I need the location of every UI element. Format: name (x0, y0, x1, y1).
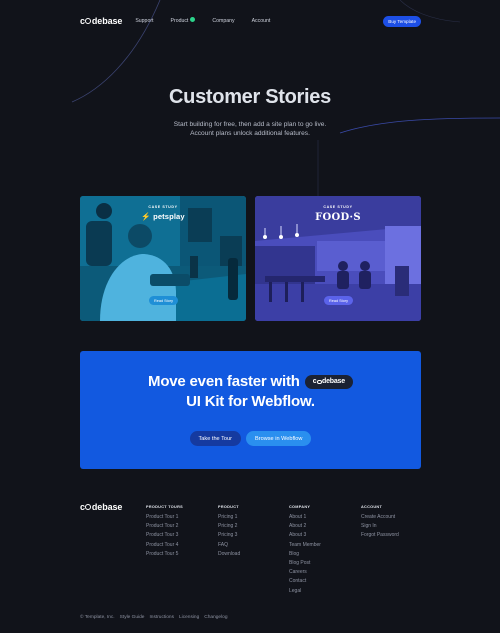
nav-link-account[interactable]: Account (252, 18, 271, 24)
footer-logo[interactable]: c debase (80, 502, 122, 512)
brand-logo[interactable]: c debase (80, 16, 122, 26)
footer-link[interactable]: Pricing 3 (218, 531, 240, 540)
footer-link[interactable]: Product Tour 2 (146, 522, 183, 531)
footer-link[interactable]: Product Tour 1 (146, 513, 183, 522)
petsplay-logo: ⚡ petsplay (141, 212, 185, 221)
footer-link[interactable]: Pricing 2 (218, 522, 240, 531)
footer-link[interactable]: Team Member (289, 541, 321, 550)
footer-link[interactable]: Create Account (361, 513, 399, 522)
footer-link[interactable]: Blog (289, 550, 321, 559)
footer-link[interactable]: Blog Post (289, 559, 321, 568)
footer-link[interactable]: Legal (289, 587, 321, 596)
top-nav: c debase Support Product Company Account … (80, 13, 421, 29)
footer-link[interactable]: About 2 (289, 522, 321, 531)
case-study-card-foods[interactable]: CASE STUDY FOOD·S Read Story (255, 196, 421, 321)
foods-logo: FOOD·S (315, 212, 361, 223)
footer-column-title: COMPANY (289, 505, 311, 509)
footer-link[interactable]: Pricing 1 (218, 513, 240, 522)
footer-link[interactable]: Product Tour 5 (146, 550, 183, 559)
page-subtitle: Start building for free, then add a site… (173, 121, 327, 138)
footer-link[interactable]: Sign In (361, 522, 399, 531)
footer-column-title: PRODUCT (218, 505, 239, 509)
case-study-label: CASE STUDY (148, 205, 178, 209)
cta-heading-line1: Move even faster with c debase (80, 373, 421, 390)
footer-link[interactable]: About 3 (289, 531, 321, 540)
nav-link-company[interactable]: Company (212, 18, 234, 24)
licensing-link[interactable]: Licensing (179, 615, 199, 620)
footer-column-product: PRODUCT Pricing 1 Pricing 2 Pricing 3 FA… (218, 505, 240, 559)
case-study-label: CASE STUDY (323, 205, 353, 209)
footer-column-title: ACCOUNT (361, 505, 383, 509)
footer-link[interactable]: Contact (289, 577, 321, 586)
footer-column-account: ACCOUNT Create Account Sign In Forgot Pa… (361, 505, 399, 541)
buy-template-button[interactable]: Buy Template (383, 15, 421, 27)
cta-buttons: Take the Tour Browse in Webflow (80, 431, 421, 446)
nav-link-product[interactable]: Product (171, 16, 196, 24)
copyright-text: © Template, Inc. (80, 615, 115, 620)
footer-column-company: COMPANY About 1 About 2 About 3 Team Mem… (289, 505, 321, 596)
footer-link[interactable]: About 1 (289, 513, 321, 522)
footer-link[interactable]: Forgot Password (361, 531, 399, 540)
cta-heading-line2: UI Kit for Webflow. (186, 393, 315, 410)
logo-ring-icon (85, 18, 92, 25)
case-study-card-petsplay[interactable]: CASE STUDY ⚡ petsplay Read Story (80, 196, 246, 321)
read-story-button[interactable]: Read Story (149, 296, 178, 305)
footer-link[interactable]: Download (218, 550, 240, 559)
logo-ring-icon (316, 379, 322, 385)
footer-link[interactable]: Product Tour 3 (146, 531, 183, 540)
footer-bottom-row: © Template, Inc. Style Guide Instruction… (80, 615, 233, 620)
footer-link[interactable]: Careers (289, 568, 321, 577)
footer-column-title: PRODUCT TOURS (146, 505, 183, 509)
logo-ring-icon (85, 504, 92, 511)
nav-link-support[interactable]: Support (135, 18, 153, 24)
take-the-tour-button[interactable]: Take the Tour (189, 431, 241, 446)
read-story-button[interactable]: Read Story (324, 296, 353, 305)
changelog-link[interactable]: Changelog (204, 615, 227, 620)
new-badge-icon (190, 16, 196, 22)
nav-links: Support Product Company Account (135, 16, 287, 24)
codebase-pill-logo: c debase (304, 374, 353, 389)
footer-link[interactable]: FAQ (218, 541, 240, 550)
footer-column-product-tours: PRODUCT TOURS Product Tour 1 Product Tou… (146, 505, 183, 559)
cta-banner: Move even faster with c debase UI Kit for… (80, 351, 421, 469)
instructions-link[interactable]: Instructions (149, 615, 174, 620)
page-title: Customer Stories (169, 86, 331, 108)
footer-link[interactable]: Product Tour 4 (146, 541, 183, 550)
style-guide-link[interactable]: Style Guide (120, 615, 145, 620)
browse-in-webflow-button[interactable]: Browse in Webflow (246, 431, 312, 446)
